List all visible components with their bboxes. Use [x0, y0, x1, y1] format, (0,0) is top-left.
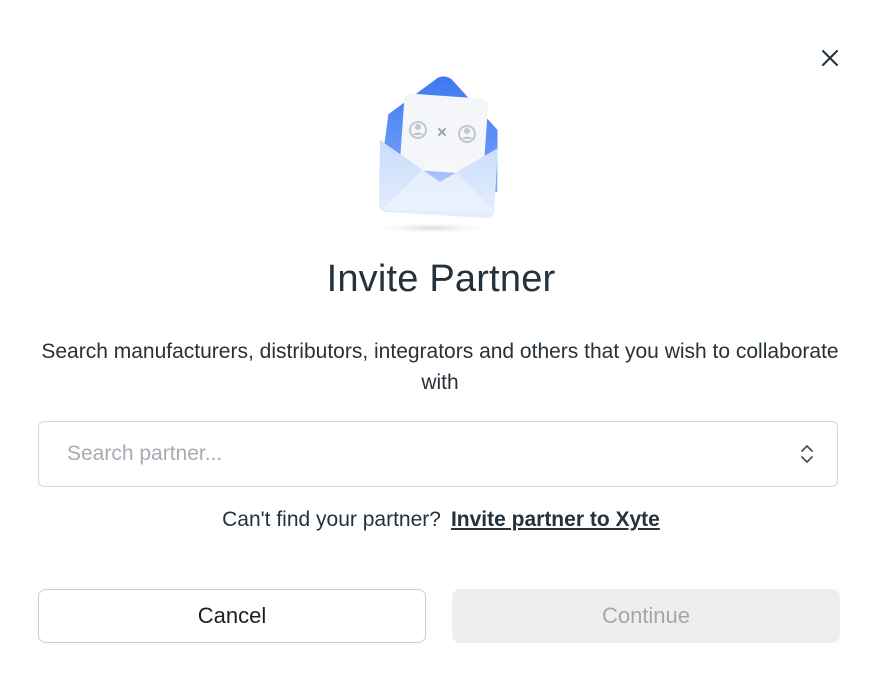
continue-button[interactable]: Continue — [452, 589, 840, 643]
invite-partner-dialog: Invite Partner Search manufacturers, dis… — [0, 0, 882, 674]
envelope-illustration-icon — [360, 70, 520, 240]
hint-text: Can't find your partner? — [222, 508, 441, 531]
close-icon — [822, 50, 838, 66]
partner-search-input[interactable] — [65, 441, 797, 467]
dialog-title: Invite Partner — [326, 258, 556, 300]
chevron-up-down-icon[interactable] — [797, 440, 817, 468]
cancel-button[interactable]: Cancel — [38, 589, 426, 643]
partner-search-combobox[interactable] — [38, 421, 838, 487]
close-button[interactable] — [816, 44, 844, 72]
invite-partner-link[interactable]: Invite partner to Xyte — [451, 508, 660, 531]
dialog-subtitle: Search manufacturers, distributors, inte… — [41, 340, 839, 394]
invite-hint: Can't find your partner? Invite partner t… — [0, 508, 882, 532]
